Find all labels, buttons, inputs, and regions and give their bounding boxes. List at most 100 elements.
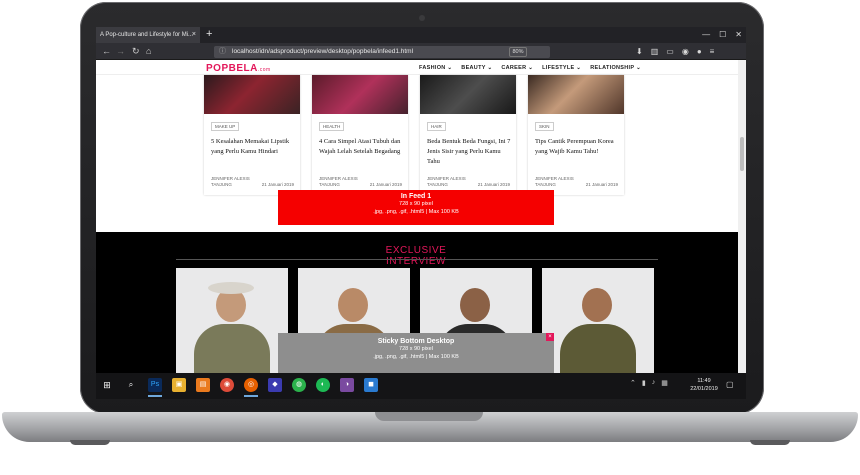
category-badge[interactable]: MAKE UP [211,122,240,131]
language-icon[interactable]: ▦ [661,379,668,387]
article-card[interactable]: HAIR Beda Bentuk Beda Fungsi, Ini 7 Jeni… [420,75,516,195]
start-icon[interactable]: ⊞ [100,378,114,392]
site-logo[interactable]: POPBELA.com [206,63,271,74]
interview-photo[interactable] [542,268,654,373]
chat-icon[interactable]: ◍ [292,378,306,392]
reload-button[interactable]: ↻ [132,44,140,59]
url-text: localhost/idn/adsproduct/preview/desktop… [232,48,414,55]
close-icon[interactable]: × [546,333,554,341]
taskbar: ⊞ ⌕ Ps ▣ ▤ ◉ ◎ ◆ ◍ ◐ ◑ ◼ ⌃ ▮ ♪ ▦ 11:49 2… [96,373,746,399]
article-card[interactable]: SKIN Tips Cantik Perempuan Korea yang Wa… [528,75,624,195]
article-title[interactable]: Tips Cantik Perempuan Korea yang Wajib K… [535,137,621,157]
clock-date: 22/01/2019 [690,386,718,392]
clock-time: 11:49 [697,378,711,384]
category-badge[interactable]: SKIN [535,122,554,131]
infeed-ad[interactable]: In Feed 1 728 x 90 pixel .jpg, .png, .gi… [278,190,554,225]
menu-relationship[interactable]: RELATIONSHIP ⌄ [590,65,641,71]
tab-title: A Pop-culture and Lifestyle for Mi... [100,32,194,38]
sidebar-icon[interactable]: ▭ [666,44,674,59]
article-card[interactable]: MAKE UP 5 Kesalahan Memakai Lipstik yang… [204,75,300,195]
laptop-notch [375,412,483,421]
minimize-icon[interactable]: — [702,27,710,43]
category-badge[interactable]: HAIR [427,122,446,131]
ad-title: In Feed 1 [400,193,432,200]
photoshop-icon[interactable]: Ps [148,378,162,392]
file-explorer-icon[interactable]: ▣ [172,378,186,392]
laptop-foot [70,440,110,445]
ad-size: 728 x 90 pixel [399,346,433,352]
app-icon[interactable]: ◑ [340,378,354,392]
notification-icon[interactable]: ▢ [726,380,734,389]
back-button[interactable]: ← [102,44,111,59]
article-cards: MAKE UP 5 Kesalahan Memakai Lipstik yang… [204,75,624,195]
volume-icon[interactable]: ♪ [652,379,656,387]
scrollbar-thumb[interactable] [740,137,744,171]
menu-career[interactable]: CAREER ⌄ [501,65,533,71]
article-title[interactable]: 5 Kesalahan Memakai Lipstik yang Perlu K… [211,137,297,157]
article-image [312,75,408,114]
article-image [204,75,300,114]
active-indicator [148,395,162,397]
info-icon[interactable]: ⓘ [219,46,226,58]
section-divider [176,259,658,260]
logo-suffix: .com [257,67,271,73]
taskbar-clock[interactable]: 11:49 22/01/2019 [688,377,720,393]
sticky-bottom-ad[interactable]: × Sticky Bottom Desktop 728 x 90 pixel .… [278,333,554,373]
maximize-icon[interactable]: ☐ [719,27,726,43]
app-icon[interactable]: ◆ [268,378,282,392]
active-indicator [244,395,258,397]
article-author: JENNIFER ALEXIS TANJUNG [427,176,466,187]
article-date: 21 Januari 2019 [261,182,294,187]
network-icon[interactable]: ▮ [642,379,646,387]
article-title[interactable]: 4 Cara Simpel Atasi Tubuh dan Wajah Lela… [319,137,405,157]
chevron-up-icon[interactable]: ⌃ [630,379,636,387]
forward-button[interactable]: → [116,44,125,59]
scrollbar[interactable] [738,60,746,373]
zoom-indicator[interactable]: 80% [509,47,527,57]
article-image [528,75,624,114]
category-badge[interactable]: HEALTH [319,122,345,131]
download-icon[interactable]: ⬇ [636,44,643,59]
screen: A Pop-culture and Lifestyle for Mi... × … [96,27,746,399]
search-icon[interactable]: ⌕ [124,378,138,392]
tab-close-icon[interactable]: × [192,27,196,43]
article-author: JENNIFER ALEXIS TANJUNG [319,176,358,187]
menu-beauty[interactable]: BEAUTY ⌄ [461,65,492,71]
menu-icon[interactable]: ≡ [710,44,715,59]
figure-body [194,324,270,373]
menu-lifestyle[interactable]: LIFESTYLE ⌄ [542,65,581,71]
library-icon[interactable]: ▥ [651,44,659,59]
logo-text: POPBELA [206,63,258,74]
tab-bar: A Pop-culture and Lifestyle for Mi... × … [96,27,746,43]
profile-icon[interactable]: ● [697,44,702,59]
figure-body [560,324,636,373]
ad-format: .jpg, .png, .gif, .html5 | Max 100 KB [373,354,459,360]
webpage: POPBELA.com FASHION ⌄ BEAUTY ⌄ CAREER ⌄ … [96,60,738,373]
interview-photo[interactable] [176,268,288,373]
figure-head [338,288,368,322]
close-window-icon[interactable]: ✕ [735,27,742,43]
new-tab-button[interactable]: + [206,27,212,42]
home-button[interactable]: ⌂ [146,44,151,59]
laptop-frame: A Pop-culture and Lifestyle for Mi... × … [0,0,860,475]
app-icon[interactable]: ◼ [364,378,378,392]
article-date: 21 Januari 2019 [369,182,402,187]
browser-tab[interactable]: A Pop-culture and Lifestyle for Mi... × [96,27,200,43]
article-date: 21 Januari 2019 [585,182,618,187]
firefox-icon[interactable]: ◎ [244,378,258,392]
article-card[interactable]: HEALTH 4 Cara Simpel Atasi Tubuh dan Waj… [312,75,408,195]
figure-head [582,288,612,322]
site-header: POPBELA.com FASHION ⌄ BEAUTY ⌄ CAREER ⌄ … [96,60,738,75]
url-bar[interactable]: ⓘ localhost/idn/adsproduct/preview/deskt… [214,46,550,58]
spotify-icon[interactable]: ◐ [316,378,330,392]
article-author: JENNIFER ALEXIS TANJUNG [535,176,574,187]
ad-title: Sticky Bottom Desktop [377,338,455,345]
chrome-icon[interactable]: ◉ [220,378,234,392]
menu-fashion[interactable]: FASHION ⌄ [419,65,452,71]
nav-bar: ← → ↻ ⌂ ⓘ localhost/idn/adsproduct/previ… [96,43,746,60]
article-title[interactable]: Beda Bentuk Beda Fungsi, Ini 7 Jenis Sis… [427,137,513,167]
figure-head [460,288,490,322]
xampp-icon[interactable]: ▤ [196,378,210,392]
ad-format: .jpg, .png, .gif, .html5 | Max 100 KB [373,209,459,215]
extension-icon[interactable]: ◉ [682,44,689,59]
